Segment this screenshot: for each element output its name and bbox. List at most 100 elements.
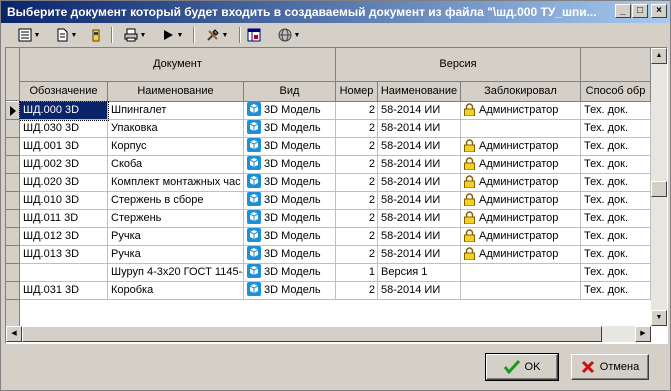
cell-method[interactable]: Тех. док.: [581, 210, 651, 228]
cell-designation[interactable]: [20, 264, 108, 282]
cell-designation[interactable]: ШД.020 3D: [20, 174, 108, 192]
row-indicator[interactable]: [6, 210, 20, 228]
grid-menu-button[interactable]: ▼: [13, 26, 45, 44]
minimize-button[interactable]: _: [615, 4, 631, 18]
row-indicator[interactable]: [6, 138, 20, 156]
cell-designation[interactable]: ШД.013 3D: [20, 246, 108, 264]
cell-ver-name[interactable]: 58-2014 ИИ: [378, 138, 461, 156]
cell-ver-name[interactable]: 58-2014 ИИ: [378, 228, 461, 246]
cell-kind[interactable]: 3D Модель: [244, 120, 336, 138]
cell-name[interactable]: Скоба: [108, 156, 244, 174]
row-indicator[interactable]: [6, 192, 20, 210]
row-indicator[interactable]: [6, 264, 20, 282]
run-button[interactable]: ▼: [157, 26, 187, 44]
cell-name[interactable]: Корпус: [108, 138, 244, 156]
cell-locked-by[interactable]: Администратор: [461, 102, 581, 120]
row-indicator[interactable]: [6, 174, 20, 192]
cell-designation[interactable]: ШД.002 3D: [20, 156, 108, 174]
scroll-down-button[interactable]: ▼: [651, 310, 667, 326]
cell-kind[interactable]: 3D Модель: [244, 228, 336, 246]
cell-locked-by[interactable]: [461, 282, 581, 300]
cell-method[interactable]: Тех. док.: [581, 174, 651, 192]
cell-locked-by[interactable]: [461, 264, 581, 282]
cell-locked-by[interactable]: Администратор: [461, 228, 581, 246]
cell-number[interactable]: 2: [336, 102, 378, 120]
scroll-up-button[interactable]: ▲: [651, 48, 667, 64]
cell-designation[interactable]: ШД.010 3D: [20, 192, 108, 210]
cell-kind[interactable]: 3D Модель: [244, 174, 336, 192]
cell-number[interactable]: 2: [336, 210, 378, 228]
horizontal-scrollbar[interactable]: ◀ ▶: [6, 326, 651, 342]
cell-designation[interactable]: ШД.031 3D: [20, 282, 108, 300]
cell-ver-name[interactable]: 58-2014 ИИ: [378, 174, 461, 192]
column-header-locked-by[interactable]: Заблокировал: [461, 82, 581, 102]
cell-name[interactable]: Стержень: [108, 210, 244, 228]
cell-kind[interactable]: 3D Модель: [244, 210, 336, 228]
cell-method[interactable]: Тех. док.: [581, 246, 651, 264]
cell-locked-by[interactable]: [461, 120, 581, 138]
cell-ver-name[interactable]: 58-2014 ИИ: [378, 192, 461, 210]
ok-button[interactable]: OK: [485, 353, 559, 381]
cell-designation[interactable]: ШД.001 3D: [20, 138, 108, 156]
cell-kind[interactable]: 3D Модель: [244, 246, 336, 264]
cell-name[interactable]: Стержень в сборе: [108, 192, 244, 210]
cell-name[interactable]: Коробка: [108, 282, 244, 300]
cell-ver-name[interactable]: Версия 1: [378, 264, 461, 282]
table-button[interactable]: [245, 26, 263, 44]
row-indicator[interactable]: [6, 246, 20, 264]
cell-name[interactable]: Шуруп 4-3х20 ГОСТ 1145-8: [108, 264, 244, 282]
column-header-kind[interactable]: Вид: [244, 82, 336, 102]
cell-kind[interactable]: 3D Модель: [244, 156, 336, 174]
cell-number[interactable]: 2: [336, 174, 378, 192]
cell-name[interactable]: Упаковка: [108, 120, 244, 138]
cell-kind[interactable]: 3D Модель: [244, 138, 336, 156]
row-indicator[interactable]: [6, 120, 20, 138]
cell-ver-name[interactable]: 58-2014 ИИ: [378, 102, 461, 120]
cell-number[interactable]: 2: [336, 156, 378, 174]
cell-ver-name[interactable]: 58-2014 ИИ: [378, 246, 461, 264]
cell-number[interactable]: 2: [336, 246, 378, 264]
cell-designation[interactable]: ШД.000 3D: [19, 101, 109, 121]
cell-ver-name[interactable]: 58-2014 ИИ: [378, 282, 461, 300]
cell-method[interactable]: Тех. док.: [581, 192, 651, 210]
cell-locked-by[interactable]: Администратор: [461, 246, 581, 264]
cancel-button[interactable]: Отмена: [571, 354, 649, 380]
cell-number[interactable]: 2: [336, 192, 378, 210]
cell-method[interactable]: Тех. док.: [581, 264, 651, 282]
cell-locked-by[interactable]: Администратор: [461, 156, 581, 174]
cell-method[interactable]: Тех. док.: [581, 282, 651, 300]
cell-ver-name[interactable]: 58-2014 ИИ: [378, 156, 461, 174]
cell-locked-by[interactable]: Администратор: [461, 138, 581, 156]
cell-method[interactable]: Тех. док.: [581, 102, 651, 120]
cell-locked-by[interactable]: Администратор: [461, 210, 581, 228]
cell-method[interactable]: Тех. док.: [581, 156, 651, 174]
cell-number[interactable]: 2: [336, 138, 378, 156]
cell-name[interactable]: Комплект монтажных час: [108, 174, 244, 192]
cell-designation[interactable]: ШД.030 3D: [20, 120, 108, 138]
cell-method[interactable]: Тех. док.: [581, 138, 651, 156]
scroll-left-button[interactable]: ◀: [6, 326, 22, 342]
vertical-scrollbar[interactable]: ▲ ▼: [651, 48, 667, 326]
column-header-method[interactable]: Способ обр: [581, 82, 651, 102]
cell-kind[interactable]: 3D Модель: [244, 282, 336, 300]
cell-number[interactable]: 1: [336, 264, 378, 282]
maximize-button[interactable]: □: [632, 4, 648, 18]
cell-name[interactable]: Ручка: [108, 246, 244, 264]
cell-number[interactable]: 2: [336, 120, 378, 138]
cell-name[interactable]: Шпингалет: [108, 102, 244, 120]
cell-kind[interactable]: 3D Модель: [244, 264, 336, 282]
cell-locked-by[interactable]: Администратор: [461, 192, 581, 210]
filter-button[interactable]: [87, 26, 105, 44]
row-indicator[interactable]: [6, 282, 20, 300]
documents-grid[interactable]: Документ Версия Обозначение Наименование…: [5, 47, 668, 344]
close-button[interactable]: ×: [651, 4, 667, 18]
cell-name[interactable]: Ручка: [108, 228, 244, 246]
cell-number[interactable]: 2: [336, 282, 378, 300]
cell-kind[interactable]: 3D Модель: [244, 192, 336, 210]
cell-method[interactable]: Тех. док.: [581, 120, 651, 138]
vertical-scroll-thumb[interactable]: [651, 181, 667, 197]
print-button[interactable]: ▼: [119, 26, 151, 44]
cell-kind[interactable]: 3D Модель: [244, 102, 336, 120]
cell-designation[interactable]: ШД.012 3D: [20, 228, 108, 246]
scroll-right-button[interactable]: ▶: [635, 326, 651, 342]
